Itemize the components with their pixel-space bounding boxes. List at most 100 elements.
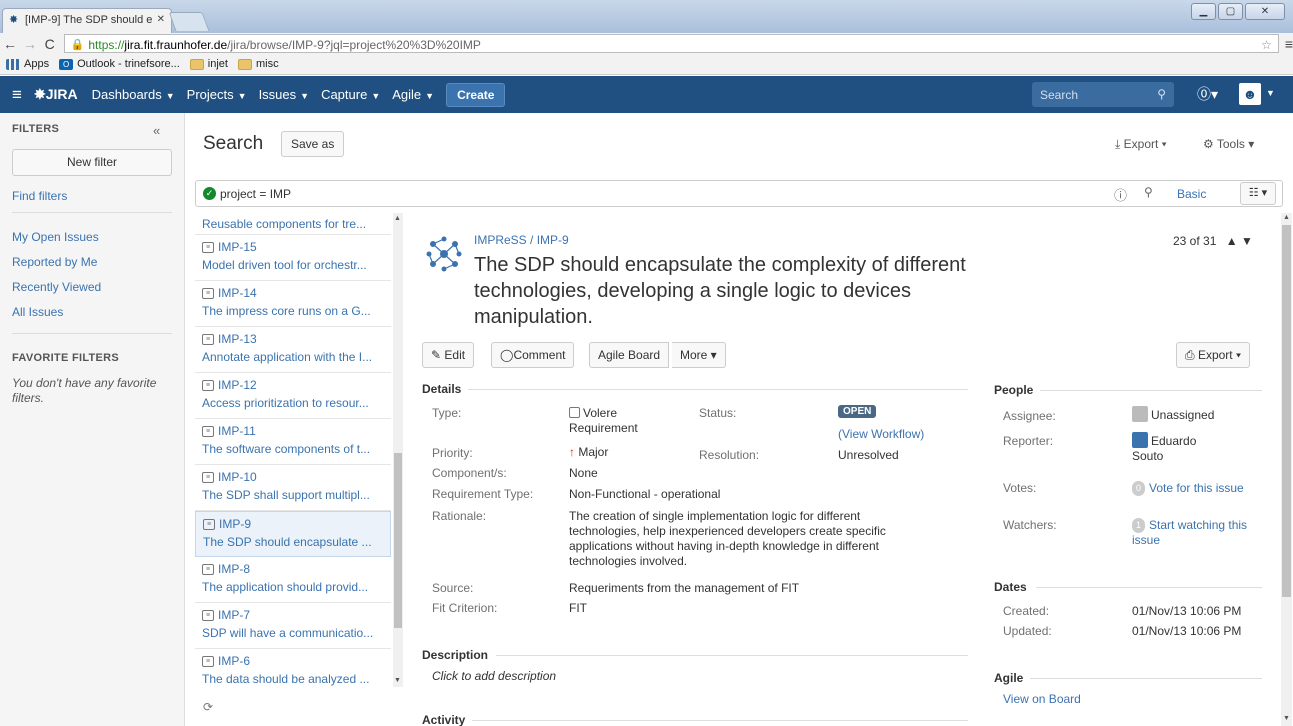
divider [496,655,968,656]
scroll-down-icon[interactable]: ▼ [394,677,401,684]
bookmark-apps[interactable]: Apps [6,58,49,70]
list-item[interactable]: Reusable components for tre... [195,213,391,235]
list-item[interactable]: ≡ IMP-9 The SDP should encapsulate ... [195,511,391,557]
comment-button[interactable]: ◯Comment [491,342,575,368]
view-on-board-link[interactable]: View on Board [1003,692,1081,707]
issue-summary: The SDP shall support multipl... [202,488,370,502]
sidebar-item-all-issues[interactable]: All Issues [12,305,63,319]
scrollbar-thumb[interactable] [1282,225,1291,597]
nav-dashboards[interactable]: Dashboards ▼ [92,87,175,102]
list-item[interactable]: ≡ IMP-15 Model driven tool for orchestr... [195,235,391,281]
sidebar-item-my-open-issues[interactable]: My Open Issues [12,230,99,244]
tools-dropdown[interactable]: ⚙ Tools ▾ [1203,137,1254,151]
back-arrow-icon[interactable]: ← [0,36,20,52]
bookmark-star-icon[interactable]: ☆ [1261,38,1272,52]
export-button[interactable]: ⎙ Export ▾ [1176,342,1250,368]
breadcrumb-issue-key[interactable]: IMP-9 [537,233,569,247]
scroll-down-icon[interactable]: ▼ [1283,715,1290,722]
assignee-value[interactable]: Unassigned [1132,406,1214,423]
user-avatar[interactable]: ☻ [1239,83,1261,105]
basic-mode-link[interactable]: Basic [1177,187,1206,201]
reload-icon[interactable]: C [40,36,60,52]
filters-title: FILTERS [12,123,60,135]
votes-count: 0 [1132,481,1146,496]
close-tab-icon[interactable]: ✕ [157,14,165,25]
watchers-label: Watchers: [1003,518,1057,532]
issue-list: Reusable components for tre... ≡ IMP-15 Mo… [195,213,391,687]
list-item[interactable]: ≡ IMP-7 SDP will have a communicatio... [195,603,391,649]
scrollbar-thumb[interactable] [394,453,402,628]
nav-capture[interactable]: Capture ▼ [321,87,380,102]
requirement-type-icon: ≡ [202,241,214,253]
list-item[interactable]: ≡ IMP-8 The application should provid... [195,557,391,603]
jira-header: ≡ ✸JIRA Dashboards ▼ Projects ▼ Issues ▼ Ca… [0,76,1293,113]
status-label: Status: [699,406,737,420]
bookmark-misc[interactable]: misc [237,58,279,70]
list-item[interactable]: ≡ IMP-12 Access prioritization to resour..… [195,373,391,419]
chevron-down-icon: ▼ [237,91,247,101]
sidebar-item-reported-by-me[interactable]: Reported by Me [12,255,97,269]
watch-link[interactable]: 1 Start watching this issue [1132,518,1262,548]
app-switcher-icon[interactable]: ≡ [0,85,34,105]
search-icon[interactable]: ⚲ [1144,185,1153,199]
browser-tab[interactable]: ✸ [IMP-9] The SDP should e ✕ [2,8,172,33]
new-filter-button[interactable]: New filter [12,149,172,176]
browser-tab-bar: ✸ [IMP-9] The SDP should e ✕ ▁ ▢ ✕ [0,0,1293,33]
divider [1040,390,1262,391]
user-avatar-icon [1132,432,1148,448]
divider [472,720,968,721]
scroll-up-icon[interactable]: ▲ [394,215,401,222]
header-search-input[interactable]: Search ⚲ [1032,82,1174,107]
nav-issues[interactable]: Issues ▼ [259,87,310,102]
url-field[interactable]: 🔒 https:// jira.fit.fraunhofer.de /jira/… [63,34,1279,53]
layout-switcher-button[interactable]: ☷ ▾ [1240,182,1276,205]
list-item[interactable]: ≡ IMP-11 The software components of t... [195,419,391,465]
minimize-icon[interactable]: ▁ [1191,3,1216,20]
previous-issue-icon[interactable]: ▲ [1226,234,1238,248]
jql-input[interactable]: project = IMP [220,187,291,201]
forward-arrow-icon[interactable]: → [20,36,40,52]
bookmark-injet[interactable]: injet [189,58,228,70]
breadcrumb-project[interactable]: IMPReSS [474,233,527,247]
list-item[interactable]: ≡ IMP-13 Annotate application with the I..… [195,327,391,373]
vote-link[interactable]: 0 Vote for this issue [1132,481,1244,496]
list-item[interactable]: ≡ IMP-10 The SDP shall support multipl... [195,465,391,511]
browser-menu-icon[interactable]: ≡ [1285,36,1293,52]
rationale-label: Rationale: [432,509,487,523]
issue-summary: Model driven tool for orchestr... [202,258,367,272]
reporter-value[interactable]: Eduardo Souto [1132,432,1196,464]
search-icon: ⚲ [1157,87,1166,101]
sidebar-item-recently-viewed[interactable]: Recently Viewed [12,280,101,294]
syntax-help-icon[interactable]: ⓘ [1114,185,1127,204]
help-icon[interactable]: ⓪▾ [1197,84,1218,104]
jira-logo[interactable]: ✸JIRA [34,86,78,103]
create-button[interactable]: Create [446,82,506,107]
collapse-sidebar-icon[interactable]: « [153,123,160,138]
nav-projects[interactable]: Projects ▼ [187,87,247,102]
save-as-button[interactable]: Save as [281,131,345,157]
find-filters-link[interactable]: Find filters [12,189,67,203]
agile-board-button[interactable]: Agile Board [589,342,670,368]
bookmark-outlook[interactable]: O Outlook - trinefsore... [59,58,180,70]
issue-summary: The software components of t... [202,442,371,456]
divider [12,333,172,334]
description-placeholder[interactable]: Click to add description [432,669,556,684]
edit-button[interactable]: ✎ Edit [422,342,475,368]
export-dropdown[interactable]: ⤓ Export ▾ [1115,137,1167,152]
issue-list-scrollbar[interactable]: ▲ ▼ [393,213,403,687]
maximize-icon[interactable]: ▢ [1218,3,1243,20]
issue-summary: The application should provid... [202,580,369,594]
new-tab-button[interactable] [168,12,210,31]
nav-agile[interactable]: Agile ▼ [392,87,434,102]
close-window-icon[interactable]: ✕ [1245,3,1285,20]
export-icon: ⤓ [1115,137,1124,151]
list-item[interactable]: ≡ IMP-6 The data should be analyzed ... [195,649,391,687]
list-item[interactable]: ≡ IMP-14 The impress core runs on a G... [195,281,391,327]
next-issue-icon[interactable]: ▼ [1241,234,1253,248]
scroll-up-icon[interactable]: ▲ [1283,214,1290,221]
more-button[interactable]: More ▾ [672,342,726,368]
jql-query-bar[interactable]: ✓ project = IMP ⓘ ⚲ Basic ☷ ▾ [195,180,1283,207]
refresh-icon[interactable]: ⟳ [203,700,213,714]
view-workflow-link[interactable]: (View Workflow) [838,427,924,442]
page-scrollbar[interactable]: ▲ ▼ [1281,213,1292,726]
